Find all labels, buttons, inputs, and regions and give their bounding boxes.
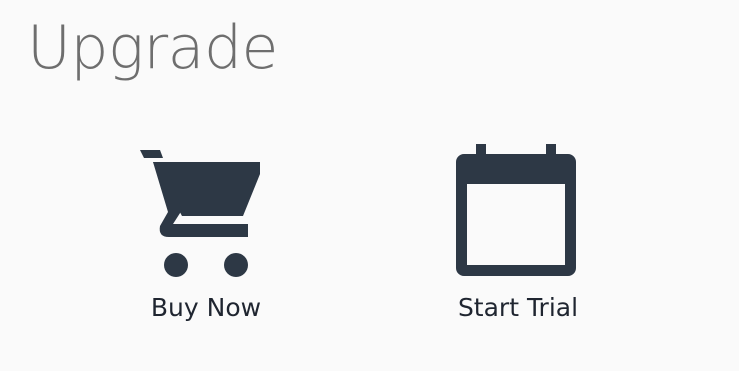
buy-now-label: Buy Now bbox=[150, 293, 262, 322]
shopping-cart-icon bbox=[106, 140, 306, 277]
page-title: Upgrade bbox=[27, 13, 278, 83]
calendar-icon bbox=[418, 140, 618, 276]
start-trial-label: Start Trial bbox=[457, 293, 579, 322]
buy-now-button[interactable]: Buy Now bbox=[106, 140, 306, 330]
start-trial-button[interactable]: Start Trial bbox=[418, 140, 618, 330]
